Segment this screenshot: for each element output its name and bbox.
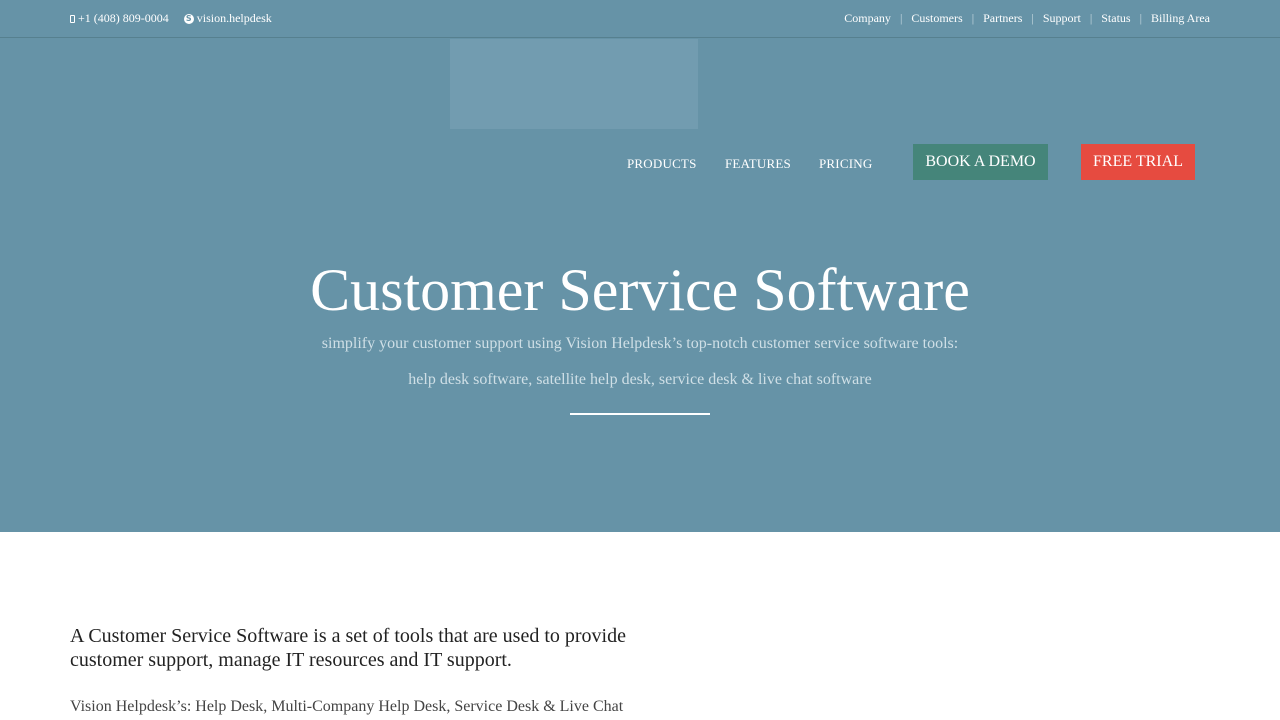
- nav-features[interactable]: FEATURES: [725, 156, 791, 172]
- top-link-separator: |: [899, 11, 903, 25]
- top-link-customers[interactable]: Customers: [911, 11, 962, 26]
- book-demo-button[interactable]: BOOK A DEMO: [913, 144, 1048, 180]
- top-link-separator: |: [1089, 11, 1093, 25]
- phone-number: +1 (408) 809-0004: [78, 11, 169, 25]
- phone-icon: [70, 14, 75, 23]
- hero-divider: [570, 413, 710, 415]
- hero-section: +1 (408) 809-0004 S vision.helpdesk Comp…: [0, 0, 1280, 532]
- top-link-separator: |: [971, 11, 975, 25]
- top-links: Company | Customers | Partners | Support…: [844, 11, 1210, 26]
- hero-subtitle-line-2: help desk software, satellite help desk,…: [408, 371, 872, 388]
- hero-subtitle-line-1: simplify your customer support using Vis…: [321, 335, 959, 352]
- skype-icon: S: [183, 13, 194, 24]
- top-link-separator: |: [1031, 11, 1034, 25]
- top-link-status[interactable]: Status: [1101, 11, 1130, 26]
- contact-info: +1 (408) 809-0004 S vision.helpdesk: [70, 11, 287, 26]
- main-nav: PRODUCTS FEATURES PRICING BOOK A DEMO FR…: [0, 144, 1280, 180]
- section-heading: A Customer Service Software is a set of …: [70, 625, 626, 671]
- logo-placeholder[interactable]: [450, 39, 698, 129]
- free-trial-button[interactable]: FREE TRIAL: [1081, 144, 1195, 180]
- section-paragraph: Vision Helpdesk’s: Help Desk, Multi-Comp…: [70, 698, 624, 715]
- phone-contact[interactable]: +1 (408) 809-0004: [70, 11, 169, 26]
- top-link-partners[interactable]: Partners: [983, 11, 1022, 26]
- top-link-support[interactable]: Support: [1043, 11, 1081, 26]
- skype-contact[interactable]: S vision.helpdesk: [183, 11, 272, 26]
- top-bar: +1 (408) 809-0004 S vision.helpdesk Comp…: [0, 0, 1280, 38]
- page-title: Customer Service Software: [310, 257, 970, 323]
- nav-pricing[interactable]: PRICING: [819, 156, 872, 172]
- skype-handle: vision.helpdesk: [196, 11, 272, 25]
- top-link-company[interactable]: Company: [844, 11, 891, 26]
- top-link-separator: |: [1139, 11, 1142, 25]
- nav-products[interactable]: PRODUCTS: [627, 156, 697, 172]
- top-link-billing-area[interactable]: Billing Area: [1151, 11, 1210, 26]
